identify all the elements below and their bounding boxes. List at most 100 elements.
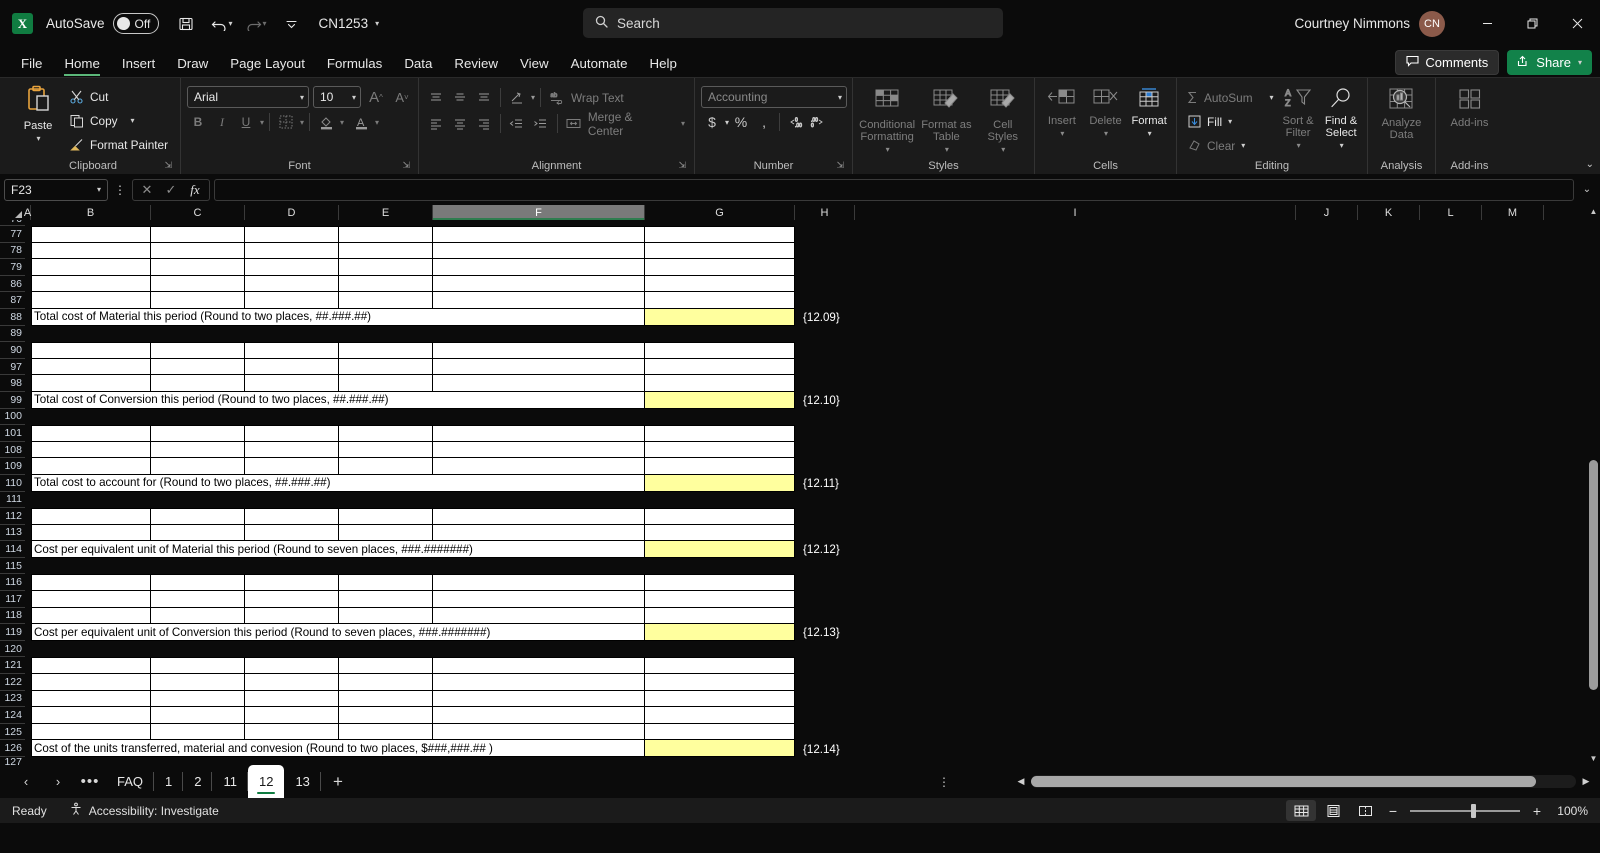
scroll-up-icon[interactable]: ▲ bbox=[1587, 205, 1600, 218]
comments-button[interactable]: Comments bbox=[1395, 50, 1500, 75]
row-header-120[interactable]: 120 bbox=[0, 640, 25, 658]
table-row[interactable] bbox=[25, 458, 1600, 475]
insert-cells-dropdown-icon[interactable]: ▾ bbox=[1060, 128, 1064, 140]
sheet-tab-11[interactable]: 11 bbox=[212, 765, 248, 798]
all-sheets-icon[interactable]: ••• bbox=[74, 770, 106, 794]
format-as-table-dropdown-icon[interactable]: ▾ bbox=[945, 144, 949, 156]
vertical-scrollbar[interactable]: ▲ ▼ bbox=[1587, 205, 1600, 765]
decrease-indent-icon[interactable] bbox=[506, 113, 528, 135]
delete-cells-dropdown-icon[interactable]: ▾ bbox=[1104, 128, 1108, 140]
table-row[interactable] bbox=[25, 242, 1600, 260]
comma-format-icon[interactable]: , bbox=[753, 111, 775, 133]
underline-dropdown-icon[interactable]: ▾ bbox=[260, 118, 264, 127]
confirm-entry-icon[interactable]: ✓ bbox=[160, 182, 182, 198]
number-format-combo[interactable]: Accounting ▾ bbox=[701, 86, 847, 108]
formula-bar-options-icon[interactable]: ⋮ bbox=[112, 183, 128, 197]
table-row[interactable] bbox=[25, 342, 1600, 359]
formula-input[interactable] bbox=[214, 178, 1574, 201]
align-left-icon[interactable] bbox=[425, 113, 447, 135]
table-row[interactable] bbox=[25, 690, 1600, 708]
scroll-right-icon[interactable]: ▶ bbox=[1580, 776, 1592, 787]
row-header-77[interactable]: 77 bbox=[0, 226, 25, 243]
row-header-100[interactable]: 100 bbox=[0, 408, 25, 426]
row-header-98[interactable]: 98 bbox=[0, 375, 25, 392]
column-header-m[interactable]: M bbox=[1482, 205, 1544, 220]
ribbon-tab-file[interactable]: File bbox=[10, 53, 53, 77]
row-header-127[interactable]: 127 bbox=[0, 757, 25, 765]
copy-button[interactable]: Copy ▾ bbox=[66, 109, 171, 132]
insert-function-icon[interactable]: fx bbox=[184, 182, 206, 198]
scroll-down-icon[interactable]: ▼ bbox=[1587, 752, 1600, 765]
row-header-78[interactable]: 78 bbox=[0, 242, 25, 260]
fill-color-icon[interactable] bbox=[315, 111, 337, 133]
table-row[interactable] bbox=[25, 723, 1600, 741]
borders-icon[interactable] bbox=[275, 111, 297, 133]
format-cells-button[interactable]: Format ▾ bbox=[1128, 84, 1170, 140]
undo-dropdown-icon[interactable]: ▾ bbox=[229, 19, 233, 28]
clipboard-dialog-launcher-icon[interactable]: ⇲ bbox=[164, 157, 172, 173]
column-header-c[interactable]: C bbox=[151, 205, 245, 220]
find-select-button[interactable]: Find & Select ▾ bbox=[1321, 84, 1361, 152]
horizontal-scroll-thumb[interactable] bbox=[1031, 776, 1536, 787]
underline-button[interactable]: U bbox=[235, 111, 257, 133]
name-box[interactable]: F23 ▾ bbox=[4, 178, 108, 201]
previous-sheet-icon[interactable]: ‹ bbox=[10, 770, 42, 794]
font-color-dropdown-icon[interactable]: ▾ bbox=[375, 118, 379, 127]
normal-view-icon[interactable] bbox=[1286, 800, 1316, 821]
analyze-data-button[interactable]: Analyze Data bbox=[1374, 84, 1429, 141]
font-size-combo[interactable]: 10 ▾ bbox=[313, 86, 361, 108]
ribbon-tab-review[interactable]: Review bbox=[443, 53, 509, 77]
sort-filter-dropdown-icon[interactable]: ▾ bbox=[1297, 140, 1301, 152]
sheet-tab-1[interactable]: 1 bbox=[154, 765, 184, 798]
ribbon-tab-insert[interactable]: Insert bbox=[111, 53, 166, 77]
empty-row[interactable] bbox=[25, 408, 1600, 426]
cancel-entry-icon[interactable]: ✕ bbox=[136, 182, 158, 198]
paste-dropdown-icon[interactable]: ▾ bbox=[36, 133, 40, 145]
table-row[interactable] bbox=[25, 607, 1600, 625]
sheet-tab-2[interactable]: 2 bbox=[183, 765, 213, 798]
ribbon-tab-data[interactable]: Data bbox=[393, 53, 443, 77]
horizontal-scroll-track[interactable] bbox=[1031, 775, 1576, 788]
page-break-preview-icon[interactable] bbox=[1350, 800, 1380, 821]
sheet-tab-12[interactable]: 12 bbox=[247, 765, 285, 798]
decrease-decimal-icon[interactable]: .00 0 bbox=[807, 111, 829, 133]
tab-split-handle[interactable]: ⋮ bbox=[938, 775, 950, 789]
cut-button[interactable]: Cut bbox=[66, 85, 171, 108]
column-header-e[interactable]: E bbox=[339, 205, 433, 220]
font-dialog-launcher-icon[interactable]: ⇲ bbox=[402, 157, 410, 173]
ribbon-tab-view[interactable]: View bbox=[509, 53, 560, 77]
row-header-112[interactable]: 112 bbox=[0, 508, 25, 525]
percent-format-icon[interactable]: % bbox=[730, 111, 752, 133]
table-row[interactable] bbox=[25, 226, 1600, 243]
name-box-chevron-icon[interactable]: ▾ bbox=[97, 185, 101, 194]
sheet-tab-13[interactable]: 13 bbox=[284, 765, 322, 798]
row-header-113[interactable]: 113 bbox=[0, 524, 25, 542]
addins-button[interactable]: Add-ins bbox=[1442, 84, 1497, 129]
number-dialog-launcher-icon[interactable]: ⇲ bbox=[836, 157, 844, 173]
autosum-dropdown-icon[interactable]: ▾ bbox=[1270, 93, 1274, 102]
row-header-125[interactable]: 125 bbox=[0, 723, 25, 741]
fill-button[interactable]: Fill ▾ bbox=[1183, 110, 1275, 133]
autosave-toggle[interactable]: Off bbox=[112, 13, 159, 34]
ribbon-tab-automate[interactable]: Automate bbox=[560, 53, 639, 77]
ribbon-tab-draw[interactable]: Draw bbox=[166, 53, 219, 77]
ribbon-tab-help[interactable]: Help bbox=[639, 53, 688, 77]
row-header-114[interactable]: 114 bbox=[0, 541, 25, 558]
page-layout-view-icon[interactable] bbox=[1318, 800, 1348, 821]
accounting-dropdown-icon[interactable]: ▾ bbox=[725, 118, 729, 127]
format-cells-dropdown-icon[interactable]: ▾ bbox=[1148, 128, 1152, 140]
row-header-87[interactable]: 87 bbox=[0, 292, 25, 309]
table-row[interactable] bbox=[25, 275, 1600, 293]
table-row[interactable] bbox=[25, 358, 1600, 376]
find-select-dropdown-icon[interactable]: ▾ bbox=[1340, 140, 1344, 152]
column-header-d[interactable]: D bbox=[245, 205, 339, 220]
number-format-chevron-icon[interactable]: ▾ bbox=[838, 93, 842, 102]
format-painter-button[interactable]: Format Painter bbox=[66, 133, 171, 156]
row-header-122[interactable]: 122 bbox=[0, 674, 25, 691]
row-header-121[interactable]: 121 bbox=[0, 657, 25, 675]
sheet-tab-faq[interactable]: FAQ bbox=[106, 765, 155, 798]
share-dropdown-icon[interactable]: ▾ bbox=[1578, 58, 1582, 67]
column-header-k[interactable]: K bbox=[1358, 205, 1420, 220]
orientation-icon[interactable] bbox=[506, 87, 528, 109]
font-name-combo[interactable]: Arial ▾ bbox=[187, 86, 309, 108]
